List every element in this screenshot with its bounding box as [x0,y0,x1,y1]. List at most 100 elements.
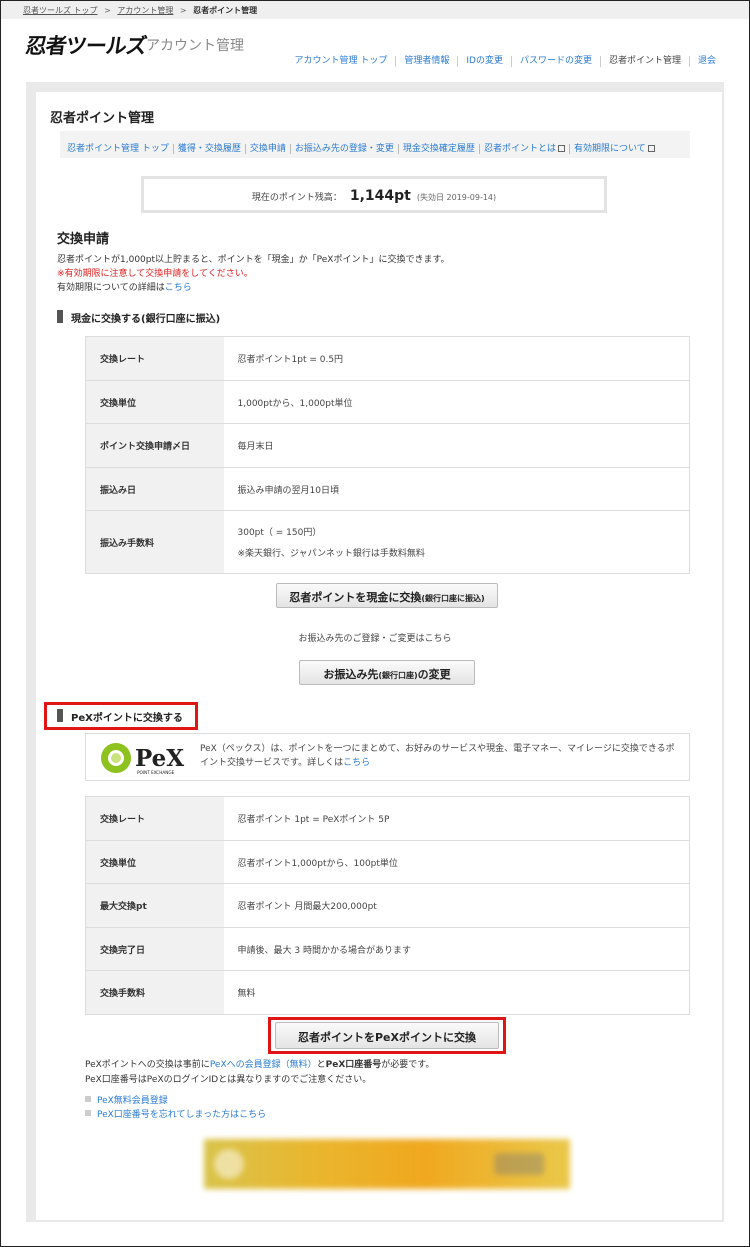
sub-nav: 忍者ポイント管理 トップ 獲得・交換履歴 交換申請 お振込み先の登録・変更 現金… [60,131,690,158]
row-label: 交換完了日 [85,927,224,971]
page-title: 忍者ポイント管理 [50,111,155,126]
topnav-change-password[interactable]: パスワードの変更 [510,56,600,67]
breadcrumb-home-link[interactable]: 忍者ツールズ トップ [23,5,98,16]
change-bank-button[interactable]: お振込み先(銀行口座)の変更 [299,660,475,685]
topnav-withdraw[interactable]: 退会 [688,56,724,67]
exchange-title: 交換申請 [57,232,110,247]
pex-note-text: PeXポイントへの交換は事前に [85,1060,210,1070]
fee-value: 300pt（ = 150円） [237,528,322,538]
topnav-account-top[interactable]: アカウント管理 トップ [286,56,395,67]
pex-forgot-item: PeX口座番号を忘れてしまった方はこちら [85,1107,266,1120]
pex-note-1: PeXポイントへの交換は事前にPeXへの会員登録（無料）とPeX口座番号が必要で… [85,1057,434,1070]
exchange-cash-button-sub: (銀行口座に振込) [421,594,485,603]
square-bullet-icon [85,1096,91,1102]
pex-logo-tagline: POINT EXCHANGE [137,770,175,775]
pex-logo-text: PeX [135,745,184,772]
bank-register-note: お振込み先のご登録・ご変更はこちら [298,634,452,644]
square-bullet-icon [85,1110,91,1116]
table-row: 交換レート 忍者ポイント 1pt = PeXポイント 5P [85,796,690,841]
pex-signup-item: PeX無料会員登録 [85,1093,168,1106]
external-link-icon [557,144,565,152]
row-value: 1,000ptから、1,000pt単位 [223,380,690,424]
top-nav: アカウント管理 トップ 管理者情報 IDの変更 パスワードの変更 忍者ポイント管… [286,56,724,67]
expiry-detail-link[interactable]: こちら [165,283,192,293]
exchange-warning: ※有効期限に注意して交換申請をしてください。 [57,269,253,279]
breadcrumb-separator: > [179,6,187,15]
row-label: 交換レート [85,796,224,841]
topnav-change-id[interactable]: IDの変更 [457,56,511,67]
row-label: 振込み手数料 [85,510,224,574]
header-subtitle: アカウント管理 [146,38,244,54]
row-value: 忍者ポイント 1pt = PeXポイント 5P [223,796,690,841]
pex-register-inline-link[interactable]: PeXへの会員登録（無料） [210,1060,317,1070]
exchange-cash-button[interactable]: 忍者ポイントを現金に交換(銀行口座に振込) [276,583,498,608]
table-row: ポイント交換申請〆日 毎月末日 [85,423,690,468]
expiry-detail-note: 有効期限についての詳細はこちら [57,280,192,293]
change-bank-button-label: お振込み先 [323,668,379,681]
row-value: 振込み申請の翌月10日頃 [223,467,690,511]
pex-forgot-link[interactable]: PeX口座番号を忘れてしまった方はこちら [97,1110,266,1120]
table-row: 振込み手数料 300pt（ = 150円） ※楽天銀行、ジャパンネット銀行は手数… [85,510,690,574]
row-value: 忍者ポイント1,000ptから、100pt単位 [223,840,690,884]
row-value: 忍者ポイント 月間最大200,000pt [223,883,690,928]
pex-section-heading: PeXポイントに交換する [57,709,183,724]
row-label: 振込み日 [85,467,224,511]
subnav-bank-register[interactable]: お振込み先の登録・変更 [289,143,398,154]
table-row: 交換レート 忍者ポイント1pt = 0.5円 [85,336,690,381]
table-row: 交換手数料 無料 [85,970,690,1015]
pex-intro-link[interactable]: こちら [343,758,370,768]
breadcrumb-current: 忍者ポイント管理 [193,6,258,15]
pex-intro-body: PeX（ペックス）は、ポイントを一つにまとめて、お好みのサービスや現金、電子マネ… [200,744,675,768]
exchange-pex-button[interactable]: 忍者ポイントをPeXポイントに交換 [275,1022,499,1049]
table-row: 交換単位 忍者ポイント1,000ptから、100pt単位 [85,840,690,884]
fee-note: ※楽天銀行、ジャパンネット銀行は手数料無料 [237,549,425,559]
row-label: ポイント交換申請〆日 [85,423,224,468]
exchange-cash-button-label: 忍者ポイントを現金に交換 [289,591,422,604]
site-logo[interactable]: 忍者ツールズ [24,30,148,60]
subnav-expiry[interactable]: 有効期限について [568,143,659,154]
pex-note-2: PeX口座番号はPeXのログインIDとは異なりますのでご注意ください。 [85,1075,372,1085]
pex-signup-link[interactable]: PeX無料会員登録 [97,1096,168,1106]
pex-note-text: と [316,1060,326,1070]
row-label: 交換単位 [85,380,224,424]
subnav-history[interactable]: 獲得・交換履歴 [172,143,245,154]
expiry-detail-text: 有効期限についての詳細は [57,283,165,293]
topnav-admin-info[interactable]: 管理者情報 [395,56,457,67]
row-value: 忍者ポイント1pt = 0.5円 [223,336,690,381]
balance-value: 1,144pt [349,188,411,204]
row-value: 無料 [223,970,690,1015]
exchange-description: 忍者ポイントが1,000pt以上貯まると、ポイントを「現金」か「PeXポイント」… [57,255,450,265]
balance-label: 現在のポイント残高： [251,193,342,203]
row-value: 300pt（ = 150円） ※楽天銀行、ジャパンネット銀行は手数料無料 [223,510,690,574]
subnav-about-points-label: 忍者ポイントとは [483,143,556,154]
pex-intro-text: PeX（ペックス）は、ポイントを一つにまとめて、お好みのサービスや現金、電子マネ… [200,742,682,770]
blurred-banner-image[interactable] [204,1139,570,1189]
external-link-icon [647,144,655,152]
pex-account-number-emphasis: PeX口座番号 [325,1060,382,1070]
breadcrumb-separator: > [104,6,111,15]
row-label: 交換レート [85,336,224,381]
table-row: 交換単位 1,000ptから、1,000pt単位 [85,380,690,424]
breadcrumb-account-link[interactable]: アカウント管理 [117,5,173,16]
row-value: 毎月末日 [223,423,690,468]
subnav-about-points[interactable]: 忍者ポイントとは [478,143,569,154]
subnav-exchange-request[interactable]: 交換申請 [244,143,290,154]
subnav-expiry-label: 有効期限について [573,143,646,154]
row-label: 最大交換pt [85,883,224,928]
change-bank-button-suffix: の変更 [417,668,451,681]
subnav-cash-history[interactable]: 現金交換確定履歴 [397,143,479,154]
table-row: 交換完了日 申請後、最大 3 時間かかる場合があります [85,927,690,971]
cash-info-table: 交換レート 忍者ポイント1pt = 0.5円 交換単位 1,000ptから、1,… [85,336,690,574]
row-label: 交換手数料 [85,970,224,1015]
row-label: 交換単位 [85,840,224,884]
pex-info-table: 交換レート 忍者ポイント 1pt = PeXポイント 5P 交換単位 忍者ポイン… [85,796,690,1015]
pex-intro-box: PeX POINT EXCHANGE PeX（ペックス）は、ポイントを一つにまと… [85,733,690,781]
balance-box: 現在のポイント残高： 1,144pt (失効日 2019-09-14) [141,176,607,213]
balance-expiry: (失効日 2019-09-14) [416,193,497,202]
pex-note-text: が必要です。 [381,1060,435,1070]
table-row: 振込み日 振込み申請の翌月10日頃 [85,467,690,511]
topnav-ninja-points: 忍者ポイント管理 [599,56,689,67]
subnav-points-top[interactable]: 忍者ポイント管理 トップ [67,144,173,154]
change-bank-button-sub: (銀行口座) [378,671,418,680]
breadcrumb: 忍者ツールズ トップ > アカウント管理 > 忍者ポイント管理 [1,1,749,19]
